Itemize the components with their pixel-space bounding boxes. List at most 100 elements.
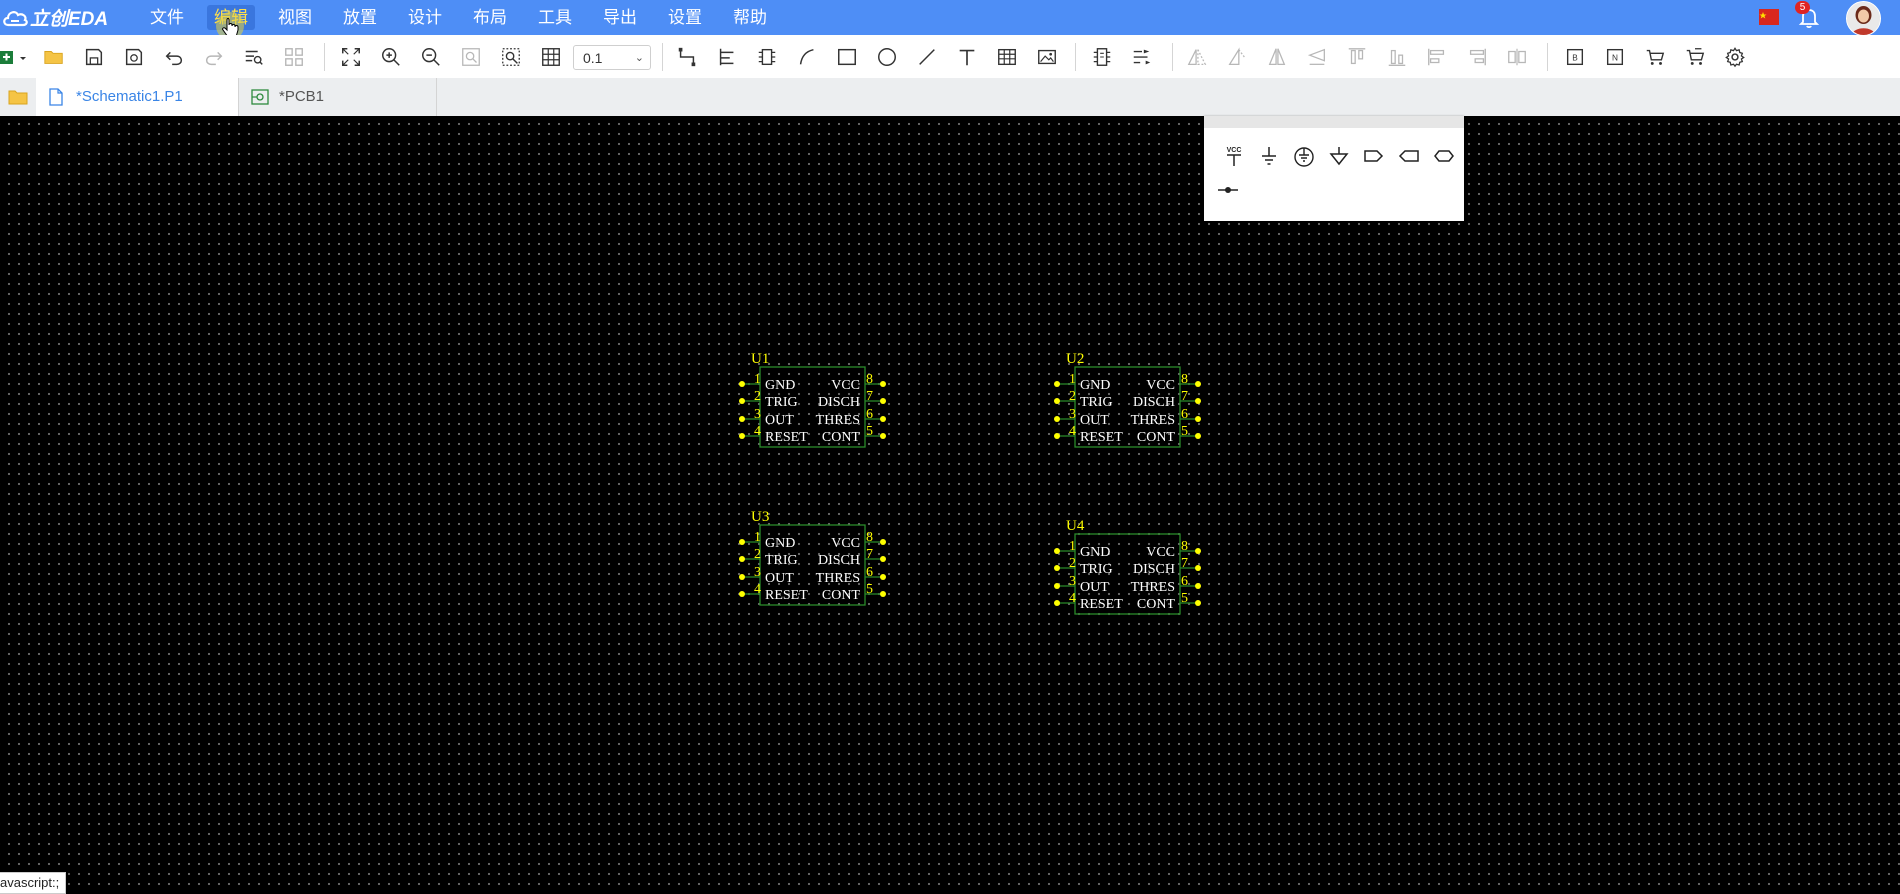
net-port-in-button[interactable] <box>1361 143 1387 169</box>
bus-button[interactable] <box>715 45 739 69</box>
pin-end-marker[interactable] <box>739 416 745 422</box>
app-logo[interactable]: 立创EDA <box>2 5 108 30</box>
earth-ground-button[interactable] <box>1291 143 1317 169</box>
rectangle-button[interactable] <box>835 45 859 69</box>
bus-entry-button[interactable] <box>755 45 779 69</box>
settings-button[interactable] <box>1723 45 1747 69</box>
pin-end-marker[interactable] <box>739 556 745 562</box>
find-button[interactable] <box>242 45 266 69</box>
new-doc-button[interactable] <box>0 45 30 69</box>
pin-end-marker[interactable] <box>1054 416 1060 422</box>
menu-settings[interactable]: 设置 <box>661 5 709 30</box>
grid-button[interactable] <box>539 45 563 69</box>
pin-end-marker[interactable] <box>739 398 745 404</box>
menu-design[interactable]: 设计 <box>401 5 449 30</box>
pin-end-marker[interactable] <box>1195 433 1201 439</box>
component-u1[interactable]: U1 1 8 GND VCC 2 7 TRIG DISCH 3 6 OUT THRES 4 5 RESET CO… <box>739 351 886 448</box>
component-grid-button[interactable] <box>282 45 306 69</box>
fit-view-button[interactable] <box>339 45 363 69</box>
menu-export[interactable]: 导出 <box>596 5 644 30</box>
pin-end-marker[interactable] <box>880 539 886 545</box>
pin-end-marker[interactable] <box>1054 381 1060 387</box>
netflag-button[interactable] <box>1130 45 1154 69</box>
bom-button[interactable]: B <box>1563 45 1587 69</box>
vcc-flag-button[interactable]: VCC <box>1221 143 1247 169</box>
pin-end-marker[interactable] <box>880 433 886 439</box>
wire-button[interactable] <box>675 45 699 69</box>
pin-end-marker[interactable] <box>1195 583 1201 589</box>
net-port-bidir-button[interactable] <box>1431 143 1457 169</box>
tab-pcb[interactable]: *PCB1 <box>239 78 437 116</box>
pin-end-marker[interactable] <box>739 574 745 580</box>
text-button[interactable] <box>955 45 979 69</box>
align-left-button[interactable] <box>1305 45 1329 69</box>
zoom-out-button[interactable] <box>419 45 443 69</box>
pin-end-marker[interactable] <box>1054 548 1060 554</box>
image-button[interactable] <box>1035 45 1059 69</box>
flip-h-button[interactable] <box>1185 45 1209 69</box>
pcb-convert-button[interactable] <box>1643 45 1667 69</box>
pin-end-marker[interactable] <box>739 539 745 545</box>
menu-place[interactable]: 放置 <box>336 5 384 30</box>
pin-end-marker[interactable] <box>880 556 886 562</box>
pin-end-marker[interactable] <box>1195 381 1201 387</box>
undo-button[interactable] <box>162 45 186 69</box>
component-u3[interactable]: U3 1 8 GND VCC 2 7 TRIG DISCH 3 6 OUT THRES 4 5 RESET CO… <box>739 509 886 606</box>
zoom-in-button[interactable] <box>379 45 403 69</box>
align-vcenter-button[interactable] <box>1465 45 1489 69</box>
pin-end-marker[interactable] <box>1195 398 1201 404</box>
pin-end-marker[interactable] <box>739 591 745 597</box>
netlabel-button[interactable] <box>1090 45 1114 69</box>
language-flag-icon[interactable] <box>1759 9 1779 25</box>
arc-button[interactable] <box>795 45 819 69</box>
user-avatar[interactable] <box>1846 1 1881 36</box>
circle-button[interactable] <box>875 45 899 69</box>
table-button[interactable] <box>995 45 1019 69</box>
pin-end-marker[interactable] <box>1195 565 1201 571</box>
save-button[interactable] <box>82 45 106 69</box>
no-connect-button[interactable] <box>1215 177 1241 203</box>
pin-end-marker[interactable] <box>739 433 745 439</box>
menu-edit[interactable]: 编辑 <box>207 5 255 30</box>
schematic-canvas[interactable]: U1 1 8 GND VCC 2 7 TRIG DISCH 3 6 OUT THRES 4 5 RESET CO… <box>0 116 1900 892</box>
pin-end-marker[interactable] <box>1195 548 1201 554</box>
palette-drag-handle[interactable] <box>1204 116 1464 128</box>
line-button[interactable] <box>915 45 939 69</box>
menu-tools[interactable]: 工具 <box>531 5 579 30</box>
pin-end-marker[interactable] <box>1054 583 1060 589</box>
align-bottom-button[interactable] <box>1385 45 1409 69</box>
pin-end-marker[interactable] <box>880 398 886 404</box>
menu-layout[interactable]: 布局 <box>466 5 514 30</box>
pin-end-marker[interactable] <box>880 416 886 422</box>
pin-end-marker[interactable] <box>739 381 745 387</box>
rotate-button[interactable] <box>1265 45 1289 69</box>
flip-v-button[interactable] <box>1225 45 1249 69</box>
grid-size-select[interactable]: 0.1 ⌄ <box>573 45 651 70</box>
pin-end-marker[interactable] <box>1054 398 1060 404</box>
library-button[interactable] <box>1683 45 1707 69</box>
redo-button[interactable] <box>202 45 226 69</box>
ground-button[interactable] <box>1256 143 1282 169</box>
component-u2[interactable]: U2 1 8 GND VCC 2 7 TRIG DISCH 3 6 OUT THRES 4 5 RESET CO… <box>1054 351 1201 448</box>
netlist-button[interactable]: N <box>1603 45 1627 69</box>
menu-file[interactable]: 文件 <box>143 5 191 30</box>
align-top-button[interactable] <box>1345 45 1369 69</box>
save-as-button[interactable] <box>122 45 146 69</box>
align-hcenter-button[interactable] <box>1425 45 1449 69</box>
pin-end-marker[interactable] <box>1054 433 1060 439</box>
pin-end-marker[interactable] <box>1054 600 1060 606</box>
pin-end-marker[interactable] <box>1054 565 1060 571</box>
pin-end-marker[interactable] <box>1195 416 1201 422</box>
pin-end-marker[interactable] <box>880 591 886 597</box>
pin-end-marker[interactable] <box>880 381 886 387</box>
zoom-area-button[interactable] <box>459 45 483 69</box>
component-u4[interactable]: U4 1 8 GND VCC 2 7 TRIG DISCH 3 6 OUT THRES 4 5 RESET CO… <box>1054 518 1201 615</box>
analog-ground-button[interactable] <box>1326 143 1352 169</box>
tab-schematic[interactable]: *Schematic1.P1 <box>36 78 239 116</box>
net-port-out-button[interactable] <box>1396 143 1422 169</box>
open-button[interactable] <box>42 45 66 69</box>
project-folder-button[interactable] <box>0 78 37 116</box>
pin-end-marker[interactable] <box>880 574 886 580</box>
distribute-button[interactable] <box>1505 45 1529 69</box>
zoom-selected-button[interactable] <box>499 45 523 69</box>
